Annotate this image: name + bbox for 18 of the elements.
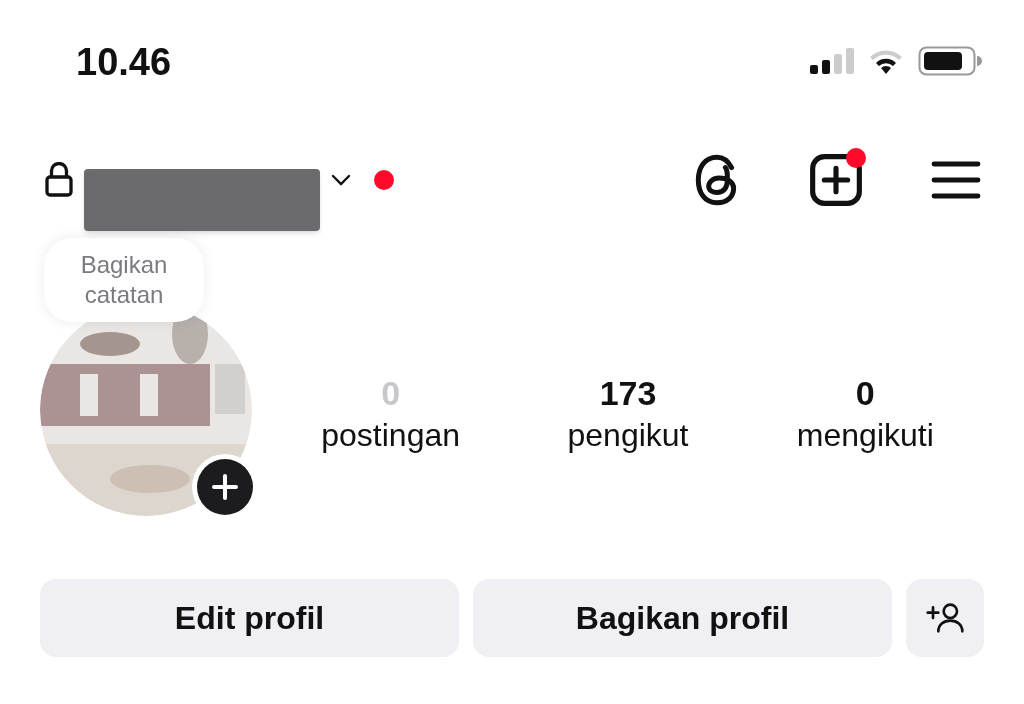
status-time: 10.46 [76, 40, 172, 84]
stat-label[interactable]: postingan [321, 414, 461, 456]
chevron-down-icon[interactable] [330, 173, 352, 187]
stat-label[interactable]: mengikuti [796, 414, 934, 456]
stat-count: 0 [855, 373, 875, 414]
stat-label[interactable]: pengikut [567, 414, 689, 456]
stat-count: 0 [381, 373, 401, 414]
add-person-icon [925, 602, 965, 634]
add-square-icon[interactable] [808, 152, 864, 208]
battery-icon [918, 46, 982, 76]
plus-icon [197, 459, 253, 515]
stat-count: 173 [599, 373, 657, 414]
profile-button[interactable]: Edit profil [40, 579, 459, 657]
note-bubble[interactable]: Bagikan catatan [44, 238, 204, 322]
add-person-button[interactable] [906, 579, 984, 657]
signal-icon [810, 48, 854, 74]
menu-icon[interactable] [930, 160, 982, 200]
profile-button[interactable]: Bagikan profil [473, 579, 892, 657]
